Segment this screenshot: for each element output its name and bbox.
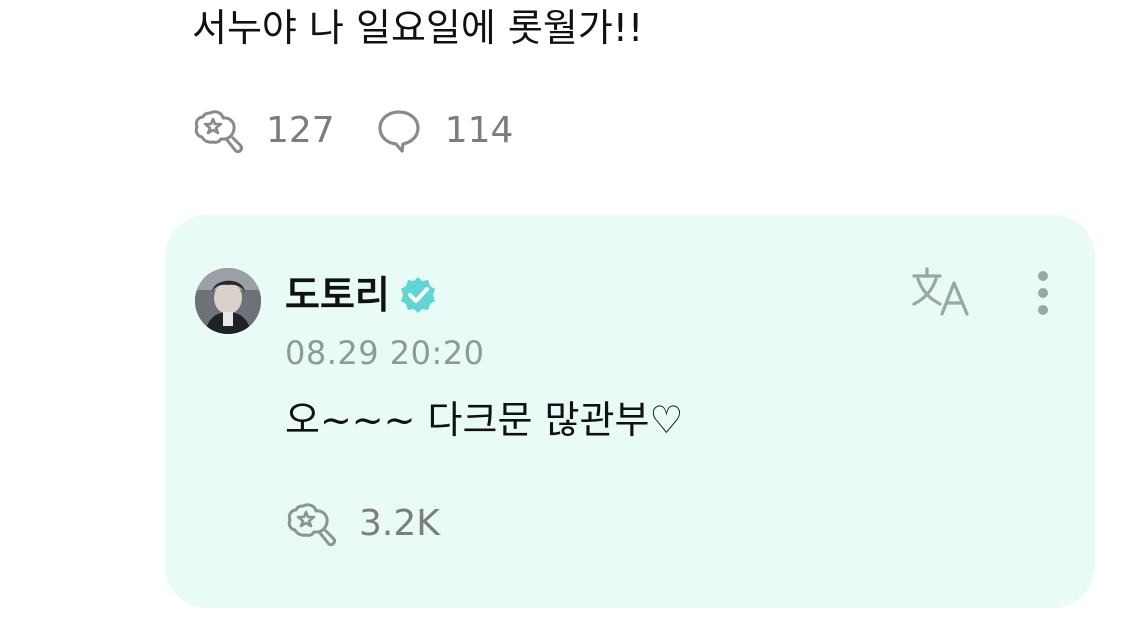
translate-icon — [910, 267, 974, 323]
post-comment-button[interactable]: 114 — [375, 106, 514, 156]
author-row: 도토리 — [285, 267, 438, 323]
reply-actions: 3.2K — [285, 499, 440, 549]
post-like-button[interactable]: 127 — [192, 106, 335, 156]
post-actions: 127 114 — [192, 106, 513, 156]
reply-text: 오~~~ 다크문 많관부♡ — [285, 398, 684, 442]
like-icon — [192, 107, 244, 155]
more-options-button[interactable] — [1025, 270, 1061, 320]
verified-badge-icon — [398, 275, 438, 315]
reply-like-button[interactable]: 3.2K — [285, 499, 440, 549]
translate-button[interactable] — [910, 267, 974, 319]
post-like-count: 127 — [266, 110, 335, 151]
reply-card: 도토리 08.29 20:20 오~~~ 다크문 많관부♡ 3.2K — [165, 215, 1095, 608]
author-name[interactable]: 도토리 — [285, 267, 390, 323]
more-vertical-icon — [1025, 271, 1061, 324]
reply-like-count: 3.2K — [359, 503, 440, 544]
post-text: 서누야 나 일요일에 롯월가!! — [192, 6, 644, 50]
reply-timestamp: 08.29 20:20 — [285, 334, 485, 372]
avatar[interactable] — [195, 268, 261, 334]
comment-icon — [375, 107, 423, 155]
post-comment-count: 114 — [444, 110, 514, 151]
like-icon — [285, 500, 337, 548]
